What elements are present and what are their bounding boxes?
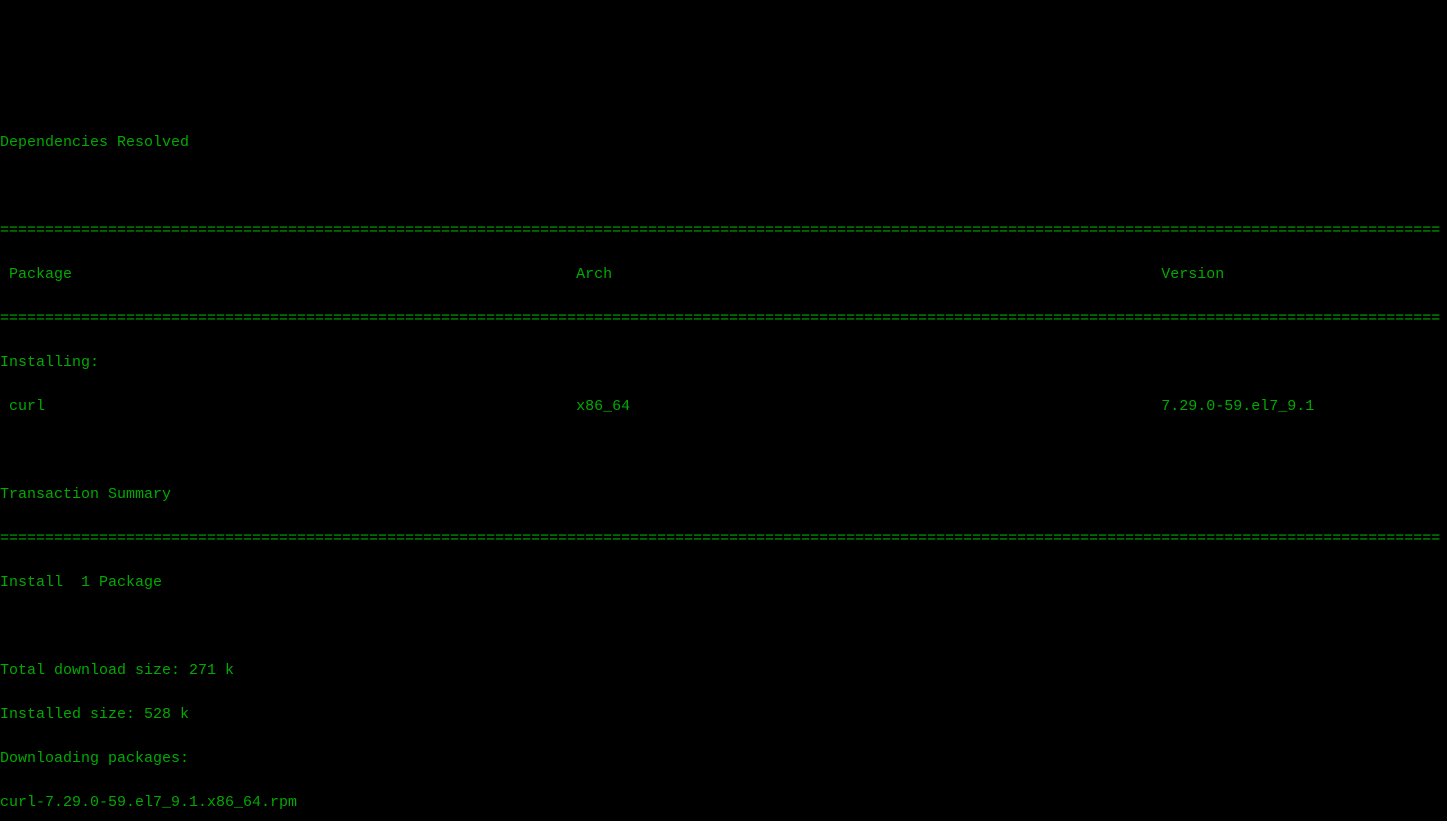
downloading-label: Downloading packages: (0, 748, 1447, 770)
installed-size: Installed size: 528 k (0, 704, 1447, 726)
terminal-output[interactable]: Dependencies Resolved ==================… (0, 110, 1447, 821)
col-arch: Arch (576, 266, 612, 283)
transaction-summary-heading: Transaction Summary (0, 484, 1447, 506)
rpm-file: curl-7.29.0-59.el7_9.1.x86_64.rpm (0, 792, 1447, 814)
download-size: Total download size: 271 k (0, 660, 1447, 682)
blank-line (0, 440, 1447, 462)
pkg-version: 7.29.0-59.el7_9.1 (1161, 398, 1314, 415)
pkg-name: curl (0, 398, 45, 415)
table-row: curl x86_64 7.29.0-59.el7_9.1 (0, 396, 1447, 418)
install-count: Install 1 Package (0, 572, 1447, 594)
col-version: Version (1161, 266, 1224, 283)
col-package: Package (0, 266, 72, 283)
rule-line: ========================================… (0, 308, 1447, 330)
table-header-row: Package Arch Version (0, 264, 1447, 286)
blank-line (0, 616, 1447, 638)
rule-line (0, 176, 1447, 198)
installing-label: Installing: (0, 352, 1447, 374)
pkg-arch: x86_64 (576, 398, 630, 415)
rule-line: ========================================… (0, 220, 1447, 242)
rule-line: ========================================… (0, 528, 1447, 550)
deps-resolved-heading: Dependencies Resolved (0, 132, 1447, 154)
